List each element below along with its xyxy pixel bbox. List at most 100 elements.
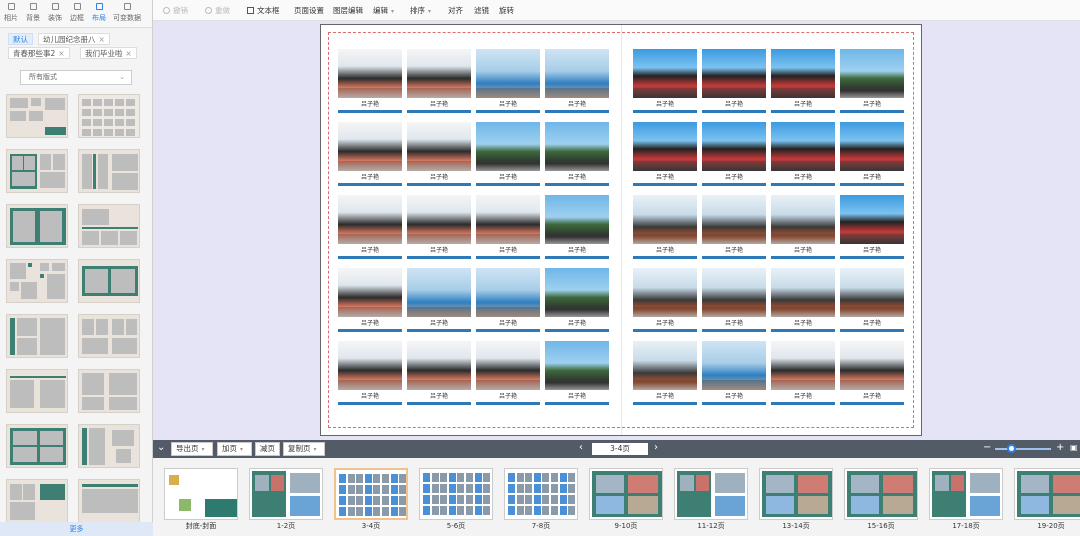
photo-caption[interactable]: 吕子艳 bbox=[407, 247, 471, 255]
photo-caption[interactable]: 吕子艳 bbox=[545, 393, 609, 401]
page-thumbnail[interactable] bbox=[674, 468, 748, 520]
page-thumbnail[interactable] bbox=[844, 468, 918, 520]
tab-variable-data[interactable]: 可变数据 bbox=[110, 0, 144, 27]
photo-cell[interactable]: 吕子艳 bbox=[840, 195, 904, 259]
photo-cell[interactable]: 吕子艳 bbox=[545, 195, 609, 259]
photo-cell[interactable]: 吕子艳 bbox=[633, 268, 697, 332]
page-thumbnail[interactable] bbox=[1014, 468, 1080, 520]
photo-caption[interactable]: 吕子艳 bbox=[407, 320, 471, 328]
close-icon[interactable]: × bbox=[126, 49, 132, 58]
tab-photos[interactable]: 相片 bbox=[0, 0, 22, 27]
photo-caption[interactable]: 吕子艳 bbox=[545, 320, 609, 328]
photo-cell[interactable]: 吕子艳 bbox=[545, 268, 609, 332]
photo-caption[interactable]: 吕子艳 bbox=[771, 320, 835, 328]
photo-cell[interactable]: 吕子艳 bbox=[633, 49, 697, 113]
filter-button[interactable]: 滤镜 bbox=[474, 5, 489, 16]
photo-cell[interactable]: 吕子艳 bbox=[840, 268, 904, 332]
export-page-button[interactable]: 导出页 ▾ bbox=[171, 442, 213, 456]
photo-cell[interactable]: 吕子艳 bbox=[407, 195, 471, 259]
zoom-out-icon[interactable]: − bbox=[983, 442, 991, 453]
page-thumbnail[interactable] bbox=[759, 468, 833, 520]
photo-caption[interactable]: 吕子艳 bbox=[476, 320, 540, 328]
tab-border[interactable]: 边框 bbox=[66, 0, 88, 27]
photo-cell[interactable]: 吕子艳 bbox=[840, 341, 904, 405]
photo-caption[interactable]: 吕子艳 bbox=[771, 174, 835, 182]
photo-caption[interactable]: 吕子艳 bbox=[407, 101, 471, 109]
photo-cell[interactable]: 吕子艳 bbox=[771, 341, 835, 405]
page-thumbnail[interactable] bbox=[249, 468, 323, 520]
photo-caption[interactable]: 吕子艳 bbox=[702, 101, 766, 109]
page-thumbnail[interactable] bbox=[419, 468, 493, 520]
layout-template[interactable] bbox=[78, 479, 140, 523]
template-tag-youth[interactable]: 青春那些事2 × bbox=[8, 47, 70, 59]
page-thumbnail[interactable] bbox=[334, 468, 408, 520]
photo-caption[interactable]: 吕子艳 bbox=[633, 393, 697, 401]
photo-caption[interactable]: 吕子艳 bbox=[840, 174, 904, 182]
photo-caption[interactable]: 吕子艳 bbox=[702, 393, 766, 401]
text-box-button[interactable]: 文本框 bbox=[247, 5, 280, 16]
photo-caption[interactable]: 吕子艳 bbox=[476, 101, 540, 109]
photo-caption[interactable]: 吕子艳 bbox=[840, 101, 904, 109]
page-setup-button[interactable]: 页面设置 bbox=[294, 5, 324, 16]
photo-cell[interactable]: 吕子艳 bbox=[545, 49, 609, 113]
photo-cell[interactable]: 吕子艳 bbox=[476, 341, 540, 405]
page-indicator[interactable]: 3-4页 bbox=[592, 443, 648, 455]
photo-cell[interactable]: 吕子艳 bbox=[771, 49, 835, 113]
photo-caption[interactable]: 吕子艳 bbox=[633, 101, 697, 109]
photo-caption[interactable]: 吕子艳 bbox=[476, 247, 540, 255]
fit-screen-icon[interactable]: ▣ bbox=[1070, 443, 1078, 452]
sort-menu[interactable]: 排序 ▾ bbox=[410, 5, 431, 16]
add-page-button[interactable]: 加页 ▾ bbox=[217, 442, 252, 456]
tab-background[interactable]: 背景 bbox=[22, 0, 44, 27]
chevron-down-icon[interactable]: ⌄ bbox=[157, 442, 165, 453]
photo-cell[interactable]: 吕子艳 bbox=[545, 341, 609, 405]
photo-cell[interactable]: 吕子艳 bbox=[338, 122, 402, 186]
photo-cell[interactable]: 吕子艳 bbox=[338, 268, 402, 332]
undo-button[interactable]: 撤销 bbox=[163, 5, 188, 16]
photo-caption[interactable]: 吕子艳 bbox=[702, 247, 766, 255]
layout-template[interactable] bbox=[6, 424, 68, 468]
photo-caption[interactable]: 吕子艳 bbox=[545, 174, 609, 182]
photo-caption[interactable]: 吕子艳 bbox=[338, 247, 402, 255]
photo-caption[interactable]: 吕子艳 bbox=[771, 393, 835, 401]
layout-template[interactable] bbox=[6, 204, 68, 248]
format-select[interactable]: 所有版式 ⌄ bbox=[20, 70, 132, 85]
photo-cell[interactable]: 吕子艳 bbox=[338, 195, 402, 259]
tab-decoration[interactable]: 装饰 bbox=[44, 0, 66, 27]
layout-template[interactable] bbox=[6, 94, 68, 138]
redo-button[interactable]: 重做 bbox=[205, 5, 230, 16]
photo-caption[interactable]: 吕子艳 bbox=[771, 247, 835, 255]
page-thumbnail[interactable] bbox=[589, 468, 663, 520]
remove-page-button[interactable]: 减页 bbox=[255, 442, 280, 456]
photo-cell[interactable]: 吕子艳 bbox=[702, 268, 766, 332]
photo-caption[interactable]: 吕子艳 bbox=[338, 320, 402, 328]
photo-cell[interactable]: 吕子艳 bbox=[476, 268, 540, 332]
close-icon[interactable]: × bbox=[99, 35, 105, 44]
photo-cell[interactable]: 吕子艳 bbox=[702, 122, 766, 186]
photo-cell[interactable]: 吕子艳 bbox=[476, 49, 540, 113]
photo-caption[interactable]: 吕子艳 bbox=[633, 247, 697, 255]
template-tag-graduate[interactable]: 我们毕业啦 × bbox=[80, 47, 137, 59]
photo-caption[interactable]: 吕子艳 bbox=[476, 174, 540, 182]
photo-caption[interactable]: 吕子艳 bbox=[702, 320, 766, 328]
layout-template[interactable] bbox=[78, 259, 140, 303]
photo-cell[interactable]: 吕子艳 bbox=[840, 122, 904, 186]
photo-caption[interactable]: 吕子艳 bbox=[771, 101, 835, 109]
align-button[interactable]: 对齐 bbox=[448, 5, 463, 16]
layout-template[interactable] bbox=[78, 314, 140, 358]
photo-cell[interactable]: 吕子艳 bbox=[702, 49, 766, 113]
photo-caption[interactable]: 吕子艳 bbox=[545, 101, 609, 109]
photo-cell[interactable]: 吕子艳 bbox=[771, 268, 835, 332]
photo-cell[interactable]: 吕子艳 bbox=[633, 122, 697, 186]
zoom-in-icon[interactable]: + bbox=[1056, 442, 1064, 453]
layout-template[interactable] bbox=[78, 94, 140, 138]
photo-caption[interactable]: 吕子艳 bbox=[702, 174, 766, 182]
layout-template[interactable] bbox=[78, 204, 140, 248]
page-thumbnail[interactable] bbox=[504, 468, 578, 520]
template-tag-default[interactable]: 默认 bbox=[8, 33, 33, 45]
photo-caption[interactable]: 吕子艳 bbox=[338, 101, 402, 109]
photo-caption[interactable]: 吕子艳 bbox=[407, 393, 471, 401]
tab-layout[interactable]: 布局 bbox=[88, 0, 110, 27]
photo-cell[interactable]: 吕子艳 bbox=[407, 49, 471, 113]
photo-cell[interactable]: 吕子艳 bbox=[633, 341, 697, 405]
